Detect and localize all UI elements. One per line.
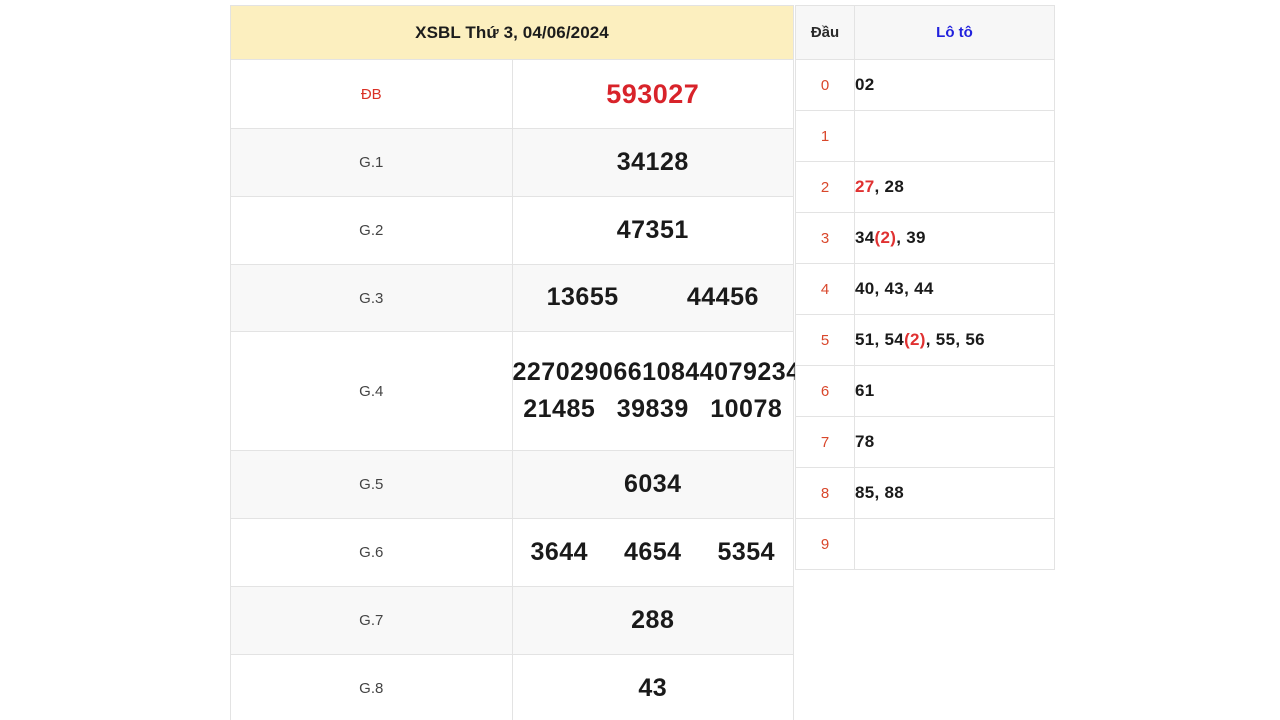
prize-label-g2: G.2	[230, 196, 513, 265]
prize-number: 3644	[530, 537, 589, 566]
prize-values-g4: 22702 90661 08440 79234 21485 39839 1007…	[511, 331, 800, 451]
prize-number: 6034	[623, 469, 682, 498]
loto-numbers-5: 51, 54(2), 55, 56	[854, 314, 1055, 366]
loto-number: , 55, 56	[925, 330, 985, 349]
loto-numbers-8: 85, 88	[854, 467, 1055, 519]
prize-number: 5354	[717, 537, 776, 566]
loto-header-row: Đầu Lô tô	[795, 5, 1055, 60]
prize-number: 4654	[623, 537, 682, 566]
prize-label-g8: G.8	[230, 654, 513, 720]
prize-number: 22702	[512, 357, 585, 386]
loto-numbers-3: 34(2), 39	[854, 212, 1055, 264]
prize-values-g1: 34128	[511, 128, 794, 197]
loto-dau-7: 7	[795, 416, 855, 468]
prize-number: 43	[638, 673, 668, 702]
prize-values-g3: 13655 44456	[511, 264, 794, 332]
loto-row: 6 61	[795, 365, 1055, 417]
table-row-g1: G.1 34128	[230, 128, 794, 197]
page-title: XSBL Thứ 3, 04/06/2024	[230, 5, 794, 60]
loto-dau-6: 6	[795, 365, 855, 417]
loto-row: 7 78	[795, 416, 1055, 468]
prize-values-g8: 43	[511, 654, 794, 720]
table-row-g4: G.4 22702 90661 08440 79234 21485 39839 …	[230, 331, 800, 451]
table-row-g3: G.3 13655 44456	[230, 264, 794, 332]
table-row-g8: G.8 43	[230, 654, 794, 720]
lottery-results-page: XSBL Thứ 3, 04/06/2024 ĐB 593027 G.1 341…	[0, 0, 1280, 720]
loto-table: Đầu Lô tô 0 02 1 2 27, 28 3 34(2), 39 4	[795, 5, 1055, 570]
loto-numbers-7: 78	[854, 416, 1055, 468]
prize-number: 44456	[686, 283, 759, 312]
loto-numbers-2: 27, 28	[854, 161, 1055, 213]
prize-label-g3: G.3	[230, 264, 513, 332]
loto-numbers-6: 61	[854, 365, 1055, 417]
prize-values-g6: 3644 4654 5354	[511, 518, 794, 587]
loto-header-dau: Đầu	[795, 5, 855, 60]
table-row-g2: G.2 47351	[230, 196, 794, 265]
prize-label-g4: G.4	[230, 331, 513, 451]
loto-numbers-9	[854, 518, 1055, 570]
table-row-g7: G.7 288	[230, 586, 794, 655]
prize-number: 90661	[584, 357, 657, 386]
prize-number: 47351	[616, 215, 689, 244]
loto-header-loto: Lô tô	[854, 5, 1055, 60]
loto-dau-4: 4	[795, 263, 855, 315]
loto-number: 34	[855, 228, 875, 247]
prize-number: 21485	[523, 394, 596, 423]
loto-numbers-1	[854, 110, 1055, 162]
prize-number: 79234	[728, 357, 801, 386]
prize-values-g7: 288	[511, 586, 794, 655]
loto-row: 5 51, 54(2), 55, 56	[795, 314, 1055, 366]
loto-number: 51, 54	[855, 330, 905, 349]
prize-values-g5: 6034	[511, 450, 794, 519]
loto-duplicate-count: (2)	[874, 228, 897, 247]
loto-dau-8: 8	[795, 467, 855, 519]
table-row-g6: G.6 3644 4654 5354	[230, 518, 794, 587]
loto-dau-9: 9	[795, 518, 855, 570]
loto-row: 4 40, 43, 44	[795, 263, 1055, 315]
loto-number: 02	[855, 75, 875, 94]
prize-number: 10078	[710, 394, 783, 423]
loto-dau-5: 5	[795, 314, 855, 366]
loto-number: , 28	[874, 177, 905, 196]
loto-row: 0 02	[795, 59, 1055, 111]
loto-numbers-4: 40, 43, 44	[854, 263, 1055, 315]
loto-number: 85, 88	[855, 483, 905, 502]
loto-dau-1: 1	[795, 110, 855, 162]
prize-number: 288	[631, 605, 675, 634]
loto-number: 61	[855, 381, 875, 400]
result-header-row: XSBL Thứ 3, 04/06/2024	[230, 5, 794, 60]
loto-row: 9	[795, 518, 1055, 570]
loto-duplicate-count: (2)	[904, 330, 926, 349]
loto-row: 8 85, 88	[795, 467, 1055, 519]
prize-label-db: ĐB	[230, 59, 513, 129]
prize-values-g2: 47351	[511, 196, 794, 265]
result-table: XSBL Thứ 3, 04/06/2024 ĐB 593027 G.1 341…	[230, 5, 800, 720]
loto-number-highlight: 27	[855, 177, 875, 196]
loto-row: 2 27, 28	[795, 161, 1055, 213]
prize-number: 34128	[616, 147, 689, 176]
prize-values-db: 593027	[511, 59, 794, 129]
prize-number: 593027	[606, 78, 700, 109]
loto-number: 78	[855, 432, 875, 451]
prize-label-g6: G.6	[230, 518, 513, 587]
prize-label-g7: G.7	[230, 586, 513, 655]
prize-number: 39839	[616, 394, 689, 423]
loto-row: 1	[795, 110, 1055, 162]
prize-label-g5: G.5	[230, 450, 513, 519]
prize-label-g1: G.1	[230, 128, 513, 197]
table-row-db: ĐB 593027	[230, 59, 794, 129]
loto-number: 40, 43, 44	[855, 279, 934, 298]
prize-number: 13655	[546, 283, 619, 312]
loto-dau-2: 2	[795, 161, 855, 213]
table-row-g5: G.5 6034	[230, 450, 794, 519]
loto-dau-0: 0	[795, 59, 855, 111]
prize-number: 08440	[656, 357, 729, 386]
loto-row: 3 34(2), 39	[795, 212, 1055, 264]
loto-number: , 39	[896, 228, 926, 247]
loto-dau-3: 3	[795, 212, 855, 264]
loto-numbers-0: 02	[854, 59, 1055, 111]
